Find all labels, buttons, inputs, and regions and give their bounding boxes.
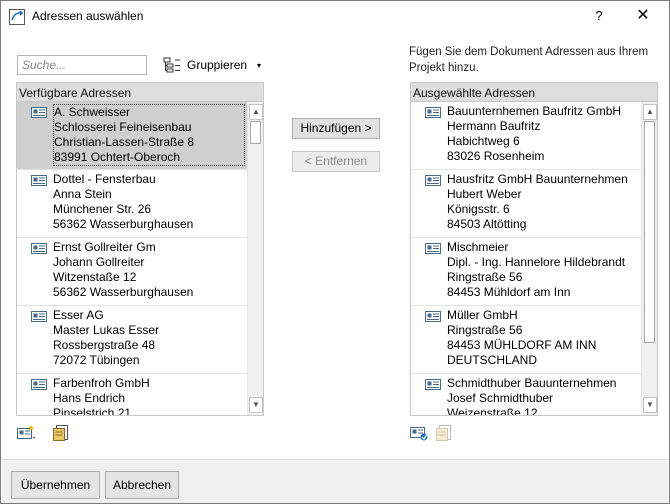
address-line: 56362 Wasserburghausen <box>53 285 194 299</box>
group-button[interactable]: Gruppieren ▾ <box>163 54 261 76</box>
list-item[interactable]: A. Schweisser Schlosserei Feineisenbau C… <box>17 102 247 170</box>
address-line: Farbenfroh GmbH <box>53 376 150 390</box>
list-item[interactable]: Esser AG Master Lukas Esser Rossbergstra… <box>17 306 247 374</box>
address-line: Dipl. - Ing. Hannelore Hildebrandt <box>447 255 626 269</box>
address-line: Christian-Lassen-Straße 8 <box>54 135 195 149</box>
list-item[interactable]: Ernst Gollreiter Gm Johann Gollreiter Wi… <box>17 238 247 306</box>
address-card-icon <box>31 175 47 186</box>
scroll-thumb[interactable] <box>250 121 261 144</box>
address-line: Rossbergstraße 48 <box>53 338 156 352</box>
close-button[interactable]: ✕ <box>628 5 658 27</box>
address-line: Mischmeier <box>447 240 509 254</box>
available-scrollbar[interactable]: ▲ ▼ <box>247 102 263 415</box>
address-line: Pinselstrich 21 <box>53 406 132 415</box>
window-title: Adressen auswählen <box>32 9 144 23</box>
chevron-down-icon: ▾ <box>257 60 262 70</box>
address-line: Königsstr. 6 <box>447 202 510 216</box>
address-line: 84453 Mühldorf am Inn <box>447 285 571 299</box>
list-item[interactable]: Hausfritz GmbH Bauunternehmen Hubert Web… <box>411 170 641 238</box>
list-item[interactable]: Bauunternhemen Baufritz GmbH Hermann Bau… <box>411 102 641 170</box>
address-line: Esser AG <box>53 308 104 322</box>
address-line: Münchener Str. 26 <box>53 202 152 216</box>
selected-header: Ausgewählte Adressen <box>411 83 657 102</box>
selected-scrollbar[interactable]: ▲ ▼ <box>641 102 657 415</box>
address-line: Schlosserei Feineisenbau <box>54 120 192 134</box>
list-item[interactable]: Schmidthuber Bauunternehmen Josef Schmid… <box>411 374 641 415</box>
address-line: 56362 Wasserburghausen <box>53 217 194 231</box>
edit-address-icon[interactable] <box>409 424 429 442</box>
available-list[interactable]: A. Schweisser Schlosserei Feineisenbau C… <box>17 102 247 415</box>
address-line: DEUTSCHLAND <box>447 353 538 367</box>
available-header: Verfügbare Adressen <box>17 83 263 102</box>
address-book-icon[interactable] <box>434 424 454 442</box>
address-line: Bauunternhemen Baufritz GmbH <box>447 104 622 118</box>
selected-list[interactable]: Bauunternhemen Baufritz GmbH Hermann Bau… <box>411 102 641 415</box>
address-card-icon <box>31 379 47 390</box>
group-icon <box>163 57 180 73</box>
add-button[interactable]: Hinzufügen > <box>292 118 380 139</box>
list-item[interactable]: Dottel - Fensterbau Anna Stein Münchener… <box>17 170 247 238</box>
address-line: Schmidthuber Bauunternehmen <box>447 376 617 390</box>
address-line: Witzenstaße 12 <box>53 270 137 284</box>
address-card-icon <box>425 107 441 118</box>
address-line: Hermann Baufritz <box>447 119 541 133</box>
address-card-icon <box>31 311 47 322</box>
new-address-icon[interactable] <box>16 424 36 442</box>
address-line: Anna Stein <box>53 187 112 201</box>
remove-button[interactable]: < Entfernen <box>292 151 380 172</box>
address-line: Dottel - Fensterbau <box>53 172 156 186</box>
address-line: A. Schweisser <box>54 105 131 119</box>
address-line: Johann Gollreiter <box>53 255 145 269</box>
group-label: Gruppieren <box>187 58 248 72</box>
available-addresses-panel: Verfügbare Adressen A. Schweisser Schlos… <box>16 82 264 416</box>
scroll-up-icon[interactable]: ▲ <box>249 104 263 120</box>
address-line: Habichtweg 6 <box>447 134 520 148</box>
address-card-icon <box>425 379 441 390</box>
title-bar: Adressen auswählen ? ✕ <box>1 1 669 32</box>
address-line: Hausfritz GmbH Bauunternehmen <box>447 172 628 186</box>
address-card-icon <box>425 311 441 322</box>
address-line: Weizenstraße 12 <box>447 406 538 415</box>
address-line: Ringstraße 56 <box>447 270 523 284</box>
address-line: 83026 Rosenheim <box>447 149 545 163</box>
scroll-up-icon[interactable]: ▲ <box>643 104 657 120</box>
address-line: 83991 Ochtert-Oberoch <box>54 150 181 164</box>
search-input[interactable] <box>17 55 147 75</box>
address-line: Hans Endrich <box>53 391 126 405</box>
scroll-down-icon[interactable]: ▼ <box>249 397 263 413</box>
address-line: Josef Schmidthuber <box>447 391 554 405</box>
address-book-icon[interactable] <box>51 424 71 442</box>
list-item[interactable]: Müller GmbH Ringstraße 56 84453 MÜHLDORF… <box>411 306 641 374</box>
list-item[interactable]: Farbenfroh GmbH Hans Endrich Pinselstric… <box>17 374 247 415</box>
scroll-thumb[interactable] <box>644 121 655 343</box>
dialog-footer: Übernehmen Abbrechen <box>2 459 668 503</box>
address-line: Müller GmbH <box>447 308 518 322</box>
address-line: 84503 Altötting <box>447 217 527 231</box>
address-dialog: Adressen auswählen ? ✕ Gruppieren ▾ Füge… <box>0 0 670 504</box>
address-line: Master Lukas Esser <box>53 323 160 337</box>
apply-button[interactable]: Übernehmen <box>11 471 100 499</box>
address-card-icon <box>425 243 441 254</box>
address-lines: A. Schweisser Schlosserei Feineisenbau C… <box>53 104 245 166</box>
selected-addresses-panel: Ausgewählte Adressen Bauunternhemen Bauf… <box>410 82 658 416</box>
address-line: Ernst Gollreiter Gm <box>53 240 156 254</box>
help-button[interactable]: ? <box>589 8 609 26</box>
hint-text: Fügen Sie dem Dokument Adressen aus Ihre… <box>409 46 649 74</box>
app-logo-icon <box>9 9 25 25</box>
address-card-icon <box>425 175 441 186</box>
address-line: 84453 MÜHLDORF AM INN <box>447 338 597 352</box>
list-item[interactable]: Mischmeier Dipl. - Ing. Hannelore Hildeb… <box>411 238 641 306</box>
scroll-down-icon[interactable]: ▼ <box>643 397 657 413</box>
address-card-icon <box>31 107 47 118</box>
address-line: Hubert Weber <box>447 187 522 201</box>
address-line: 72072 Tübingen <box>53 353 140 367</box>
address-line: Ringstraße 56 <box>447 323 523 337</box>
cancel-button[interactable]: Abbrechen <box>105 471 179 499</box>
address-card-icon <box>31 243 47 254</box>
